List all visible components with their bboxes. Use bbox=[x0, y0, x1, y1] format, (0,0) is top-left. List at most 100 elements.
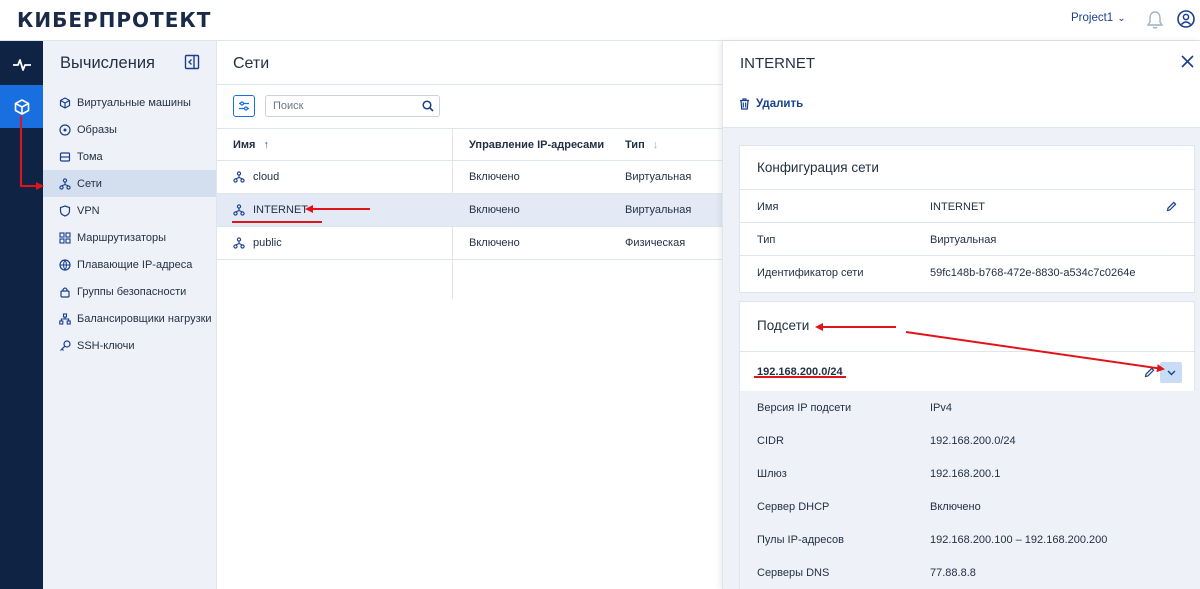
account-icon[interactable] bbox=[1177, 10, 1195, 28]
key-icon bbox=[60, 339, 71, 351]
network-name: INTERNET bbox=[253, 204, 308, 216]
sidebar-item-routers[interactable]: Маршрутизаторы bbox=[43, 224, 216, 251]
config-row-name: Имя INTERNET bbox=[740, 189, 1196, 222]
project-name: Project1 bbox=[1071, 12, 1114, 24]
table-row[interactable]: cloud Включено Виртуальная bbox=[217, 161, 723, 194]
sidebar-menu: Виртуальные машины Образы Тома Сети VPN … bbox=[43, 89, 216, 359]
network-icon bbox=[233, 204, 245, 216]
table-row-selected[interactable]: INTERNET Включено Виртуальная bbox=[217, 194, 723, 227]
type-value: Виртуальная bbox=[625, 171, 692, 183]
sidebar-item-label: Маршрутизаторы bbox=[77, 231, 166, 244]
lock-icon bbox=[60, 286, 70, 298]
table-row[interactable]: public Включено Физическая bbox=[217, 227, 723, 260]
type-value: Виртуальная bbox=[625, 204, 692, 216]
sidebar-item-label: Тома bbox=[77, 150, 103, 163]
subnet-row-dhcp: Сервер DHCP Включено bbox=[740, 490, 1196, 523]
sidebar-item-label: Образы bbox=[77, 123, 117, 136]
sort-desc-icon: ↓ bbox=[652, 139, 659, 151]
card-title: Конфигурация сети bbox=[757, 160, 879, 175]
search-input[interactable] bbox=[265, 95, 440, 117]
config-row-network-id: Идентификатор сети 59fc148b-b768-472e-88… bbox=[740, 255, 1196, 288]
column-header-name[interactable]: Имя ↑ bbox=[233, 139, 269, 151]
pencil-icon[interactable] bbox=[1166, 201, 1177, 212]
sidebar-item-images[interactable]: Образы bbox=[43, 116, 216, 143]
sidebar-item-networks[interactable]: Сети bbox=[43, 170, 216, 197]
column-label: Тип bbox=[625, 139, 645, 151]
search-icon[interactable] bbox=[422, 100, 434, 112]
bell-icon[interactable] bbox=[1146, 10, 1164, 30]
field-label: Тип bbox=[757, 234, 776, 246]
subnet-item[interactable]: 192.168.200.0/24 bbox=[740, 351, 1196, 391]
network-name: public bbox=[253, 237, 282, 249]
column-header-type[interactable]: Тип ↓ bbox=[625, 139, 658, 151]
rail-compute[interactable] bbox=[0, 85, 43, 128]
network-icon bbox=[233, 237, 245, 249]
field-value: 192.168.200.100 – 192.168.200.200 bbox=[930, 534, 1108, 546]
sidebar-item-label: Виртуальные машины bbox=[77, 96, 191, 109]
logo: КИБЕРПРОТЕКТ bbox=[17, 8, 212, 32]
field-value: INTERNET bbox=[930, 201, 985, 213]
top-header: КИБЕРПРОТЕКТ Project1 ⌄ bbox=[0, 0, 1200, 41]
field-label: Серверы DNS bbox=[757, 567, 830, 579]
sidebar-item-ssh-keys[interactable]: SSH-ключи bbox=[43, 332, 216, 359]
subnets-card: Подсети 192.168.200.0/24 Версия IP подсе… bbox=[739, 301, 1196, 589]
detail-title: INTERNET bbox=[740, 55, 815, 72]
network-config-card: Конфигурация сети Имя INTERNET Тип Вирту… bbox=[739, 145, 1196, 293]
delete-button[interactable]: Удалить bbox=[739, 98, 803, 110]
field-value: IPv4 bbox=[930, 402, 953, 414]
delete-label: Удалить bbox=[756, 98, 804, 110]
field-label: Имя bbox=[757, 201, 779, 213]
close-icon[interactable] bbox=[1181, 55, 1194, 68]
router-icon bbox=[59, 231, 71, 244]
subnet-row-gateway: Шлюз 192.168.200.1 bbox=[740, 457, 1196, 490]
table-header: Имя ↑ Управление IP-адресами Тип ↓ bbox=[217, 128, 723, 161]
pencil-icon[interactable] bbox=[1144, 367, 1155, 378]
cube-icon bbox=[14, 98, 29, 115]
globe-icon bbox=[59, 258, 71, 271]
field-label: Сервер DHCP bbox=[757, 501, 830, 513]
column-label: Управление IP-адресами bbox=[469, 139, 605, 151]
subnet-row-ip-pools: Пулы IP-адресов 192.168.200.100 – 192.16… bbox=[740, 523, 1196, 556]
subnet-row-ip-version: Версия IP подсети IPv4 bbox=[740, 391, 1196, 424]
sidebar-item-vpn[interactable]: VPN bbox=[43, 197, 216, 224]
page-title: Сети bbox=[233, 55, 270, 72]
sidebar-item-label: Сети bbox=[77, 177, 102, 190]
chevron-down-icon bbox=[1167, 370, 1175, 375]
type-value: Физическая bbox=[625, 237, 686, 249]
expand-subnet-button[interactable] bbox=[1160, 362, 1182, 383]
field-label: Версия IP подсети bbox=[757, 402, 852, 414]
networks-panel: Сети Имя ↑ Управление IP-адресами Тип ↓ cl… bbox=[217, 41, 723, 589]
sidebar-item-label: SSH-ключи bbox=[77, 339, 135, 352]
field-value: 192.168.200.0/24 bbox=[930, 435, 1016, 447]
balancer-icon bbox=[59, 312, 71, 325]
sidebar-item-label: Плавающие IP-адреса bbox=[77, 258, 193, 271]
config-row-type: Тип Виртуальная bbox=[740, 222, 1196, 255]
subnet-details: Версия IP подсети IPv4 CIDR 192.168.200.… bbox=[740, 391, 1196, 589]
ip-management-value: Включено bbox=[469, 204, 520, 216]
field-value: Виртуальная bbox=[930, 234, 997, 246]
rail-monitoring[interactable] bbox=[0, 43, 43, 86]
sidebar-item-floating-ips[interactable]: Плавающие IP-адреса bbox=[43, 251, 216, 278]
filter-icon bbox=[239, 101, 249, 111]
sidebar-item-vms[interactable]: Виртуальные машины bbox=[43, 89, 216, 116]
filter-button[interactable] bbox=[233, 95, 255, 117]
cube-icon bbox=[59, 96, 71, 109]
sidebar-item-label: VPN bbox=[77, 204, 100, 217]
field-value: 192.168.200.1 bbox=[930, 468, 1001, 480]
field-value: Включено bbox=[930, 501, 981, 513]
disc-icon bbox=[59, 123, 71, 136]
sidebar-item-load-balancers[interactable]: Балансировщики нагрузки bbox=[43, 305, 216, 332]
field-label: CIDR bbox=[757, 435, 784, 447]
compute-sidebar: Вычисления Виртуальные машины Образы Том… bbox=[43, 41, 217, 589]
sort-asc-icon: ↑ bbox=[263, 139, 269, 151]
network-detail-panel: INTERNET Удалить Конфигурация сети Имя I… bbox=[722, 41, 1200, 589]
column-header-ip-management[interactable]: Управление IP-адресами bbox=[469, 139, 604, 151]
collapse-sidebar-icon[interactable] bbox=[184, 54, 200, 70]
sidebar-item-security-groups[interactable]: Группы безопасности bbox=[43, 278, 216, 305]
sidebar-item-volumes[interactable]: Тома bbox=[43, 143, 216, 170]
divider bbox=[217, 84, 723, 85]
project-selector[interactable]: Project1 ⌄ bbox=[1071, 12, 1126, 24]
subnet-row-dns: Серверы DNS 77.88.8.8 bbox=[740, 556, 1196, 589]
field-value: 59fc148b-b768-472e-8830-a534c7c0264e bbox=[930, 267, 1136, 279]
network-icon bbox=[233, 171, 245, 183]
